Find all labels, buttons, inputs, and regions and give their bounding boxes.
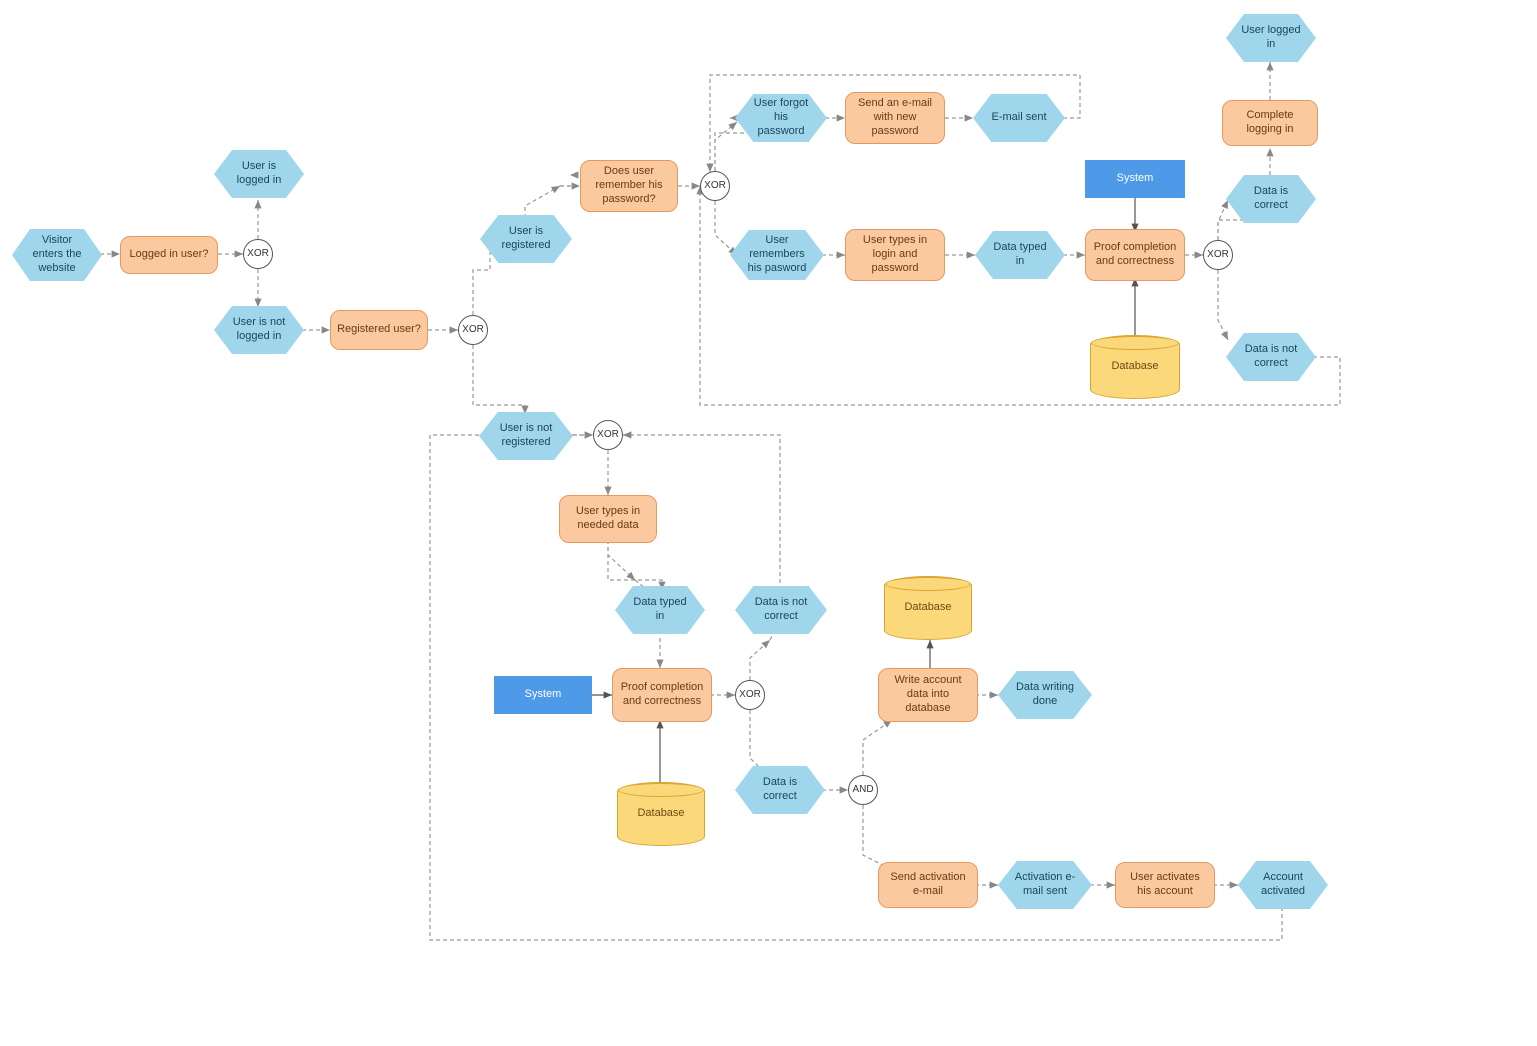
gateway-xor-1: XOR: [243, 239, 273, 269]
label: User logged in: [1240, 24, 1302, 52]
label: Account activated: [1252, 871, 1314, 899]
function-remember-password: Does user remember his password?: [580, 160, 678, 212]
event-forgot-pwd: User forgot his password: [735, 94, 827, 142]
label: XOR: [462, 324, 484, 337]
label: Data typed in: [629, 596, 691, 624]
label: AND: [852, 784, 873, 797]
function-send-activation: Send activation e-mail: [878, 862, 978, 908]
label: User remembers his pasword: [744, 234, 810, 275]
label: Send an e-mail with new password: [852, 97, 938, 138]
function-send-email: Send an e-mail with new password: [845, 92, 945, 144]
label: Data is not correct: [1240, 343, 1302, 371]
label: Activation e-mail sent: [1012, 871, 1078, 899]
label: Data typed in: [989, 241, 1051, 269]
event-account-activated: Account activated: [1238, 861, 1328, 909]
label: XOR: [739, 689, 761, 702]
label: User activates his account: [1122, 871, 1208, 899]
label: User is not registered: [493, 422, 559, 450]
label: User types in login and password: [852, 234, 938, 275]
function-registered-user: Registered user?: [330, 310, 428, 350]
gateway-xor-4: XOR: [700, 171, 730, 201]
label: User is logged in: [228, 160, 290, 188]
gateway-xor-2: XOR: [458, 315, 488, 345]
gateway-xor-3: XOR: [593, 420, 623, 450]
event-data-not-correct-1: Data is not correct: [1226, 333, 1316, 381]
label: Database: [1111, 360, 1158, 374]
label: Proof completion and correctness: [619, 681, 705, 709]
function-proof-2: Proof completion and correctness: [612, 668, 712, 722]
event-data-correct-2: Data is correct: [735, 766, 825, 814]
gateway-xor-5: XOR: [1203, 240, 1233, 270]
function-write-account: Write account data into database: [878, 668, 978, 722]
event-not-registered: User is not registered: [479, 412, 573, 460]
label: User is registered: [494, 225, 558, 253]
function-types-login: User types in login and password: [845, 229, 945, 281]
label: XOR: [704, 180, 726, 193]
label: User is not logged in: [228, 316, 290, 344]
event-not-logged: User is not logged in: [214, 306, 304, 354]
event-remembers: User remembers his pasword: [730, 230, 824, 280]
label: Data is correct: [749, 776, 811, 804]
gateway-xor-6: XOR: [735, 680, 765, 710]
function-user-activates: User activates his account: [1115, 862, 1215, 908]
label: Visitor enters the website: [26, 234, 88, 275]
database-3: Database: [884, 576, 972, 640]
label: Does user remember his password?: [587, 165, 671, 206]
system-1: System: [1085, 160, 1185, 198]
function-proof-1: Proof completion and correctness: [1085, 229, 1185, 281]
event-is-logged: User is logged in: [214, 150, 304, 198]
event-visitor: Visitor enters the website: [12, 229, 102, 281]
label: Data is not correct: [749, 596, 813, 624]
label: User types in needed data: [566, 505, 650, 533]
event-data-correct-1: Data is correct: [1226, 175, 1316, 223]
gateway-and-1: AND: [848, 775, 878, 805]
system-2: System: [494, 676, 592, 714]
label: Database: [904, 601, 951, 615]
label: System: [525, 688, 562, 702]
database-1: Database: [1090, 335, 1180, 399]
label: User forgot his password: [749, 97, 813, 138]
database-2: Database: [617, 782, 705, 846]
label: Data is correct: [1240, 185, 1302, 213]
label: Registered user?: [337, 323, 421, 337]
label: Database: [637, 807, 684, 821]
event-data-not-correct-2: Data is not correct: [735, 586, 827, 634]
label: E-mail sent: [991, 111, 1046, 125]
event-email-sent: E-mail sent: [973, 94, 1065, 142]
event-user-logged-in: User logged in: [1226, 14, 1316, 62]
label: XOR: [1207, 249, 1229, 262]
event-is-registered: User is registered: [480, 215, 572, 263]
label: System: [1117, 172, 1154, 186]
event-data-typed-2: Data typed in: [615, 586, 705, 634]
label: XOR: [597, 429, 619, 442]
label: XOR: [247, 248, 269, 261]
label: Proof completion and correctness: [1092, 241, 1178, 269]
event-data-typed-1: Data typed in: [975, 231, 1065, 279]
label: Logged in user?: [130, 248, 209, 262]
label: Data writing done: [1012, 681, 1078, 709]
event-activation-sent: Activation e-mail sent: [998, 861, 1092, 909]
label: Send activation e-mail: [885, 871, 971, 899]
function-logged-in-user: Logged in user?: [120, 236, 218, 274]
function-types-needed: User types in needed data: [559, 495, 657, 543]
label: Complete logging in: [1229, 109, 1311, 137]
label: Write account data into database: [885, 674, 971, 715]
event-data-writing: Data writing done: [998, 671, 1092, 719]
function-complete-login: Complete logging in: [1222, 100, 1318, 146]
